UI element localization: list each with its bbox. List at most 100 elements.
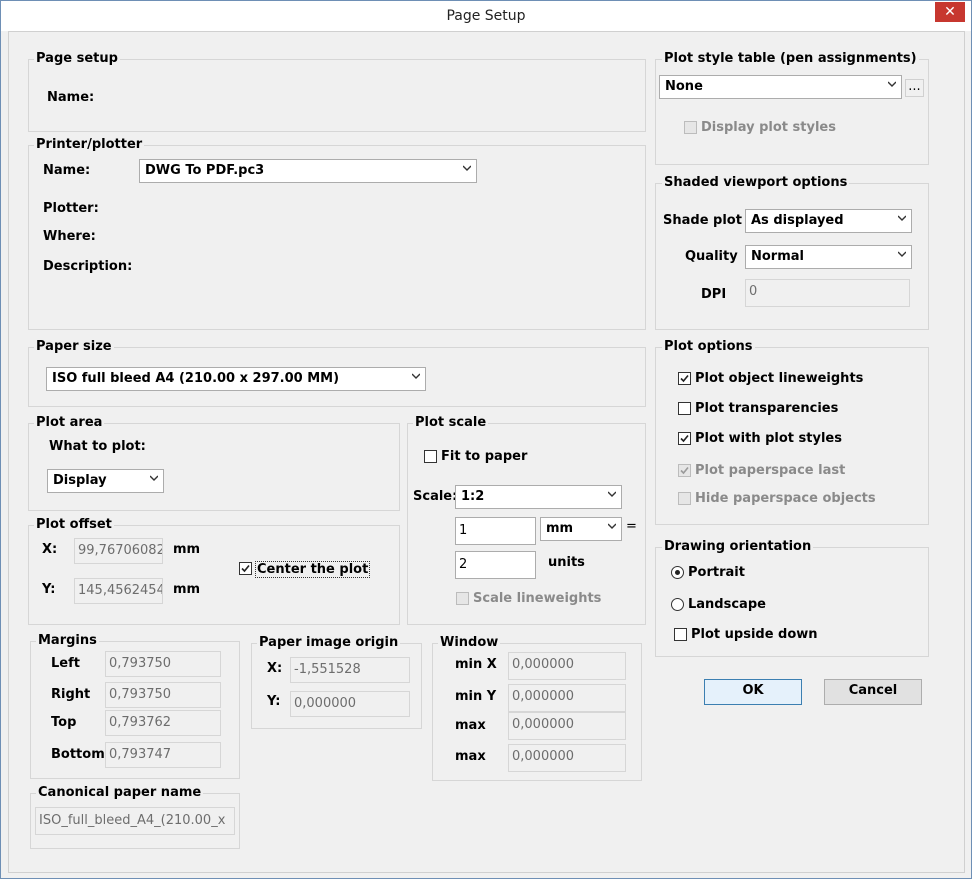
plot-style-browse-button[interactable]: ...	[905, 79, 924, 97]
shade-plot-label: Shade plot	[663, 213, 742, 228]
plot-scale-legend: Plot scale	[413, 415, 489, 430]
plot-lineweights-checkbox[interactable]	[678, 372, 691, 385]
plot-transparencies-checkbox[interactable]	[678, 402, 691, 415]
scale-unit-value: mm	[546, 521, 574, 536]
window-max2-field[interactable]: 0,000000	[508, 744, 626, 772]
origin-x-label: X:	[267, 661, 283, 676]
quality-combo[interactable]: Normal	[745, 245, 912, 269]
plot-lineweights-label[interactable]: Plot object lineweights	[695, 371, 863, 386]
center-plot-checkbox[interactable]	[239, 562, 252, 575]
plot-with-styles-label[interactable]: Plot with plot styles	[695, 431, 842, 446]
plot-style-legend: Plot style table (pen assignments)	[662, 51, 919, 66]
scale-lineweights-label[interactable]: Scale lineweights	[473, 591, 601, 606]
orientation-legend: Drawing orientation	[662, 539, 814, 554]
dialog-body: Page setup Name: Printer/plotter Name: D…	[8, 31, 965, 873]
window-max1-field[interactable]: 0,000000	[508, 712, 626, 740]
plot-with-styles-checkbox[interactable]	[678, 432, 691, 445]
window-title: Page Setup	[446, 8, 526, 24]
shade-plot-combo[interactable]: As displayed	[745, 209, 912, 233]
fit-to-paper-checkbox[interactable]	[424, 450, 437, 463]
dpi-field[interactable]: 0	[745, 279, 910, 307]
paper-size-legend: Paper size	[34, 339, 114, 354]
chevron-down-icon	[608, 523, 616, 529]
canonical-legend: Canonical paper name	[36, 785, 204, 800]
margin-bottom-field[interactable]: 0,793747	[105, 742, 221, 768]
origin-x-field[interactable]: -1,551528	[290, 657, 410, 683]
ok-button[interactable]: OK	[704, 679, 802, 705]
offset-x-label: X:	[42, 542, 58, 557]
paperspace-last-label[interactable]: Plot paperspace last	[695, 463, 845, 478]
paper-size-combo[interactable]: ISO full bleed A4 (210.00 x 297.00 MM)	[46, 367, 426, 391]
margin-top-label: Top	[51, 715, 77, 730]
chevron-down-icon	[608, 491, 616, 497]
hide-paperspace-checkbox[interactable]	[678, 492, 691, 505]
scale-unit-combo[interactable]: mm	[540, 517, 622, 541]
plot-area-legend: Plot area	[34, 415, 105, 430]
upside-down-label[interactable]: Plot upside down	[691, 627, 818, 642]
plot-options-legend: Plot options	[662, 339, 755, 354]
what-to-plot-label: What to plot:	[49, 439, 146, 454]
margin-left-field[interactable]: 0,793750	[105, 651, 221, 677]
what-to-plot-combo[interactable]: Display	[47, 469, 164, 493]
quality-label: Quality	[685, 249, 738, 264]
printer-name-value: DWG To PDF.pc3	[145, 163, 265, 178]
scale-value: 1:2	[461, 489, 485, 504]
scale-combo[interactable]: 1:2	[455, 485, 622, 509]
window-miny-field[interactable]: 0,000000	[508, 684, 626, 712]
hide-paperspace-label[interactable]: Hide paperspace objects	[695, 491, 876, 506]
chevron-down-icon	[898, 215, 906, 221]
page-setup-group	[28, 59, 646, 132]
chevron-down-icon	[898, 251, 906, 257]
window-miny-label: min Y	[455, 689, 497, 704]
upside-down-checkbox[interactable]	[674, 628, 687, 641]
window-minx-field[interactable]: 0,000000	[508, 652, 626, 680]
portrait-label[interactable]: Portrait	[688, 565, 745, 580]
window-max1-label: max	[455, 718, 486, 733]
scale-numerator-field[interactable]: 1	[455, 517, 536, 545]
equals-sign: =	[626, 519, 637, 534]
title-bar[interactable]: Page Setup ✕	[1, 1, 971, 31]
display-plot-styles-checkbox[interactable]	[684, 121, 697, 134]
where-label: Where:	[43, 229, 96, 244]
landscape-label[interactable]: Landscape	[688, 597, 766, 612]
origin-y-field[interactable]: 0,000000	[290, 691, 410, 717]
checkmark-icon	[241, 564, 250, 573]
checkmark-icon	[680, 374, 689, 383]
what-to-plot-value: Display	[53, 473, 107, 488]
center-plot-label[interactable]: Center the plot	[255, 561, 371, 578]
canonical-field[interactable]: ISO_full_bleed_A4_(210.00_x	[35, 807, 235, 835]
scale-denominator-field[interactable]: 2	[455, 551, 536, 579]
dpi-label: DPI	[701, 287, 727, 302]
paper-size-value: ISO full bleed A4 (210.00 x 297.00 MM)	[52, 371, 340, 386]
plot-transparencies-label[interactable]: Plot transparencies	[695, 401, 838, 416]
radio-selected-dot	[675, 570, 680, 575]
margin-top-field[interactable]: 0,793762	[105, 710, 221, 736]
display-plot-styles-label[interactable]: Display plot styles	[701, 120, 836, 135]
origin-y-label: Y:	[267, 694, 281, 709]
quality-value: Normal	[751, 249, 804, 264]
cancel-button[interactable]: Cancel	[824, 679, 922, 705]
offset-y-field[interactable]: 145,4562454	[74, 578, 163, 604]
shaded-legend: Shaded viewport options	[662, 175, 850, 190]
paper-origin-legend: Paper image origin	[257, 635, 401, 650]
close-button[interactable]: ✕	[935, 2, 965, 22]
margins-legend: Margins	[36, 633, 99, 648]
margin-right-label: Right	[51, 687, 91, 702]
printer-legend: Printer/plotter	[34, 137, 145, 152]
checkmark-icon	[680, 466, 689, 475]
paperspace-last-checkbox[interactable]	[678, 464, 691, 477]
margin-right-field[interactable]: 0,793750	[105, 682, 221, 708]
landscape-radio[interactable]	[671, 598, 684, 611]
offset-x-field[interactable]: 99,76706082	[74, 538, 163, 564]
page-setup-dialog: Page Setup ✕ Page setup Name: Printer/pl…	[0, 0, 972, 879]
printer-name-combo[interactable]: DWG To PDF.pc3	[139, 159, 477, 183]
margin-bottom-label: Bottom	[51, 747, 105, 762]
portrait-radio[interactable]	[671, 566, 684, 579]
offset-y-label: Y:	[42, 582, 56, 597]
plot-style-combo[interactable]: None	[659, 75, 902, 99]
scale-lineweights-checkbox[interactable]	[456, 592, 469, 605]
close-icon: ✕	[944, 4, 956, 20]
offset-y-unit: mm	[173, 582, 201, 597]
fit-to-paper-label[interactable]: Fit to paper	[441, 449, 527, 464]
plot-offset-legend: Plot offset	[34, 517, 114, 532]
